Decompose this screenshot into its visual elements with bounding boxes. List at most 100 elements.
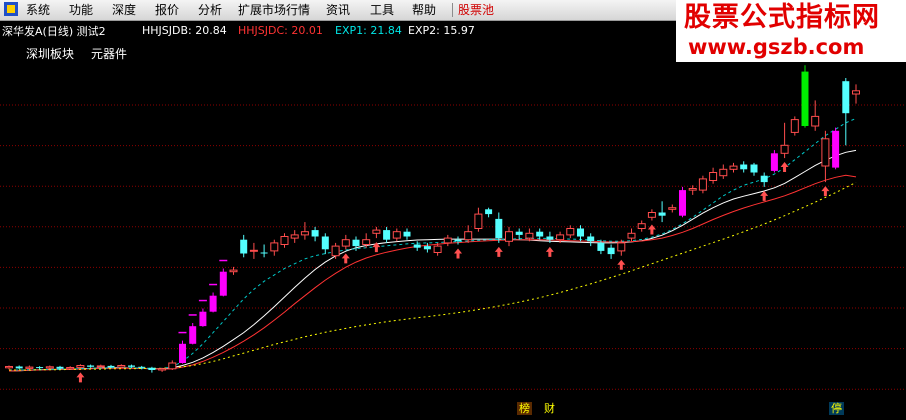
menu-item-help[interactable]: 帮助 <box>412 3 436 17</box>
candle-body <box>688 188 697 191</box>
candle-body <box>679 190 686 216</box>
buy-arrow-icon <box>647 224 656 235</box>
candle-body <box>832 130 840 168</box>
menu-logo-icon[interactable] <box>4 2 18 19</box>
candle-body <box>760 175 768 183</box>
candle-body <box>56 366 64 369</box>
candle-body <box>76 365 85 368</box>
candle-body <box>780 144 789 154</box>
candle-body <box>383 230 391 240</box>
candle-body <box>495 218 503 239</box>
hhjsjdc-value: HHJSJDC: 20.01 <box>238 24 323 37</box>
candle-body <box>179 343 186 363</box>
candle-body <box>290 234 299 239</box>
candle-body <box>607 247 615 255</box>
kline-chart[interactable]: ××××××××××× <box>0 62 906 420</box>
candle-body <box>229 269 238 273</box>
marker-cai[interactable]: 财 <box>542 402 557 415</box>
candle-body <box>546 236 554 240</box>
candle-body <box>341 239 350 247</box>
candle-body <box>362 239 371 245</box>
candle-body <box>87 365 95 367</box>
stock-name-label: 深华发A(日线) 测试2 <box>2 25 106 38</box>
candle-body <box>66 367 75 370</box>
menu-item-tools[interactable]: 工具 <box>370 3 394 17</box>
candle-body <box>280 236 289 245</box>
candle-body <box>36 367 44 369</box>
candle-body <box>536 231 544 237</box>
candle-body <box>107 365 115 368</box>
candle-body <box>199 311 207 327</box>
exp2-line <box>9 181 857 371</box>
candle-body <box>189 326 197 344</box>
candle-body <box>556 234 565 241</box>
buy-arrow-icon <box>780 162 789 173</box>
hhjsjdb-value: HHJSJDB: 20.84 <box>142 24 227 37</box>
candle-body <box>403 231 411 237</box>
candle-body <box>852 90 860 95</box>
candle-body <box>168 362 177 370</box>
candle-body <box>25 366 34 369</box>
menu-item-stock-pool[interactable]: 股票池 <box>458 3 494 17</box>
menu-item-analysis[interactable]: 分析 <box>198 3 222 17</box>
candle-body <box>587 236 595 242</box>
candle-body <box>485 209 493 215</box>
candle-body <box>117 365 126 368</box>
candle-body <box>811 115 820 127</box>
industry-tag[interactable]: 元器件 <box>91 47 127 61</box>
candle-body <box>637 223 646 229</box>
candle-body <box>658 212 666 216</box>
menu-item-extended-market[interactable]: 扩展市场行情 <box>238 3 310 17</box>
menu-item-system[interactable]: 系统 <box>26 3 50 17</box>
watermark-title: 股票公式指标网 <box>684 2 880 33</box>
exp2-value: EXP2: 15.97 <box>408 24 475 37</box>
candle-body <box>515 231 523 235</box>
candle-body <box>331 245 340 257</box>
candle-body <box>719 168 728 177</box>
candle-body <box>372 229 381 234</box>
candle-body <box>770 153 778 171</box>
marker-bang[interactable]: 榜 <box>517 402 532 415</box>
candle-body <box>300 231 309 236</box>
candle-body <box>433 245 442 254</box>
candle-body <box>311 230 319 237</box>
candle-body <box>443 237 452 244</box>
candle-body <box>5 366 13 369</box>
candle-body <box>709 172 718 181</box>
candle-body <box>842 81 850 114</box>
candle-body <box>525 232 534 239</box>
candle-body <box>801 71 809 126</box>
candle-body <box>698 178 707 191</box>
candle-body <box>577 228 584 237</box>
candle-body <box>505 231 513 242</box>
candle-body <box>566 228 575 236</box>
candle-body <box>617 242 626 252</box>
candle-body <box>321 236 329 250</box>
candle-body <box>790 119 799 133</box>
candle-body <box>464 231 473 241</box>
buy-arrow-icon <box>821 186 830 197</box>
candle-body <box>750 164 758 173</box>
sector-tag[interactable]: 深圳板块 <box>26 47 74 61</box>
candle-body <box>128 365 135 367</box>
menu-item-depth[interactable]: 深度 <box>112 3 136 17</box>
candle-body <box>15 366 23 369</box>
hhjsjdb-line <box>8 149 857 372</box>
candle-body <box>209 295 217 312</box>
buy-arrow-icon <box>341 253 350 264</box>
candle-body <box>249 249 258 252</box>
marker-ting[interactable]: 停 <box>829 402 844 415</box>
candle-body <box>260 252 268 254</box>
candle-body <box>597 242 605 251</box>
buy-arrow-icon <box>760 190 769 201</box>
menu-item-news[interactable]: 资讯 <box>326 3 350 17</box>
buy-arrow-icon <box>454 248 463 259</box>
buy-arrow-icon <box>494 246 503 257</box>
menu-item-function[interactable]: 功能 <box>69 3 93 17</box>
candle-body <box>454 239 462 242</box>
menu-item-quote[interactable]: 报价 <box>155 3 179 17</box>
menu-separator <box>452 3 453 17</box>
candle-body <box>96 365 105 368</box>
watermark-url: www.gszb.com <box>688 35 865 59</box>
candle-body <box>729 165 738 170</box>
